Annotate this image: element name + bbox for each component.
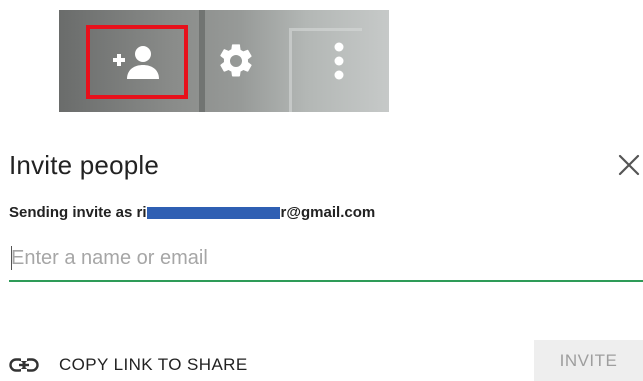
settings-button[interactable] [206,26,266,96]
copy-link-button[interactable]: COPY LINK TO SHARE [9,350,248,380]
sender-line: Sending invite as ri r@gmail.com [9,204,375,221]
add-person-icon [113,46,159,79]
sender-prefix: Sending invite as ri [9,204,147,221]
screenshot: Invite people Sending invite as ri r@gma… [0,0,643,381]
dialog-title: Invite people [9,150,160,180]
text-caret [11,246,12,270]
name-or-email-input[interactable] [9,240,643,276]
invite-button[interactable]: INVITE [534,340,643,381]
link-icon [9,358,39,372]
close-button[interactable] [616,152,642,178]
add-people-button[interactable] [86,25,188,99]
background-shadow [199,10,205,112]
copy-link-label: COPY LINK TO SHARE [59,355,248,374]
more-options-button[interactable] [309,26,369,96]
more-vert-icon [334,42,344,80]
close-icon [618,154,640,176]
name-or-email-field[interactable] [9,240,643,282]
gear-icon [220,44,252,77]
sender-suffix: r@gmail.com [280,204,376,221]
email-redaction [146,206,280,219]
toolbar [59,10,389,112]
